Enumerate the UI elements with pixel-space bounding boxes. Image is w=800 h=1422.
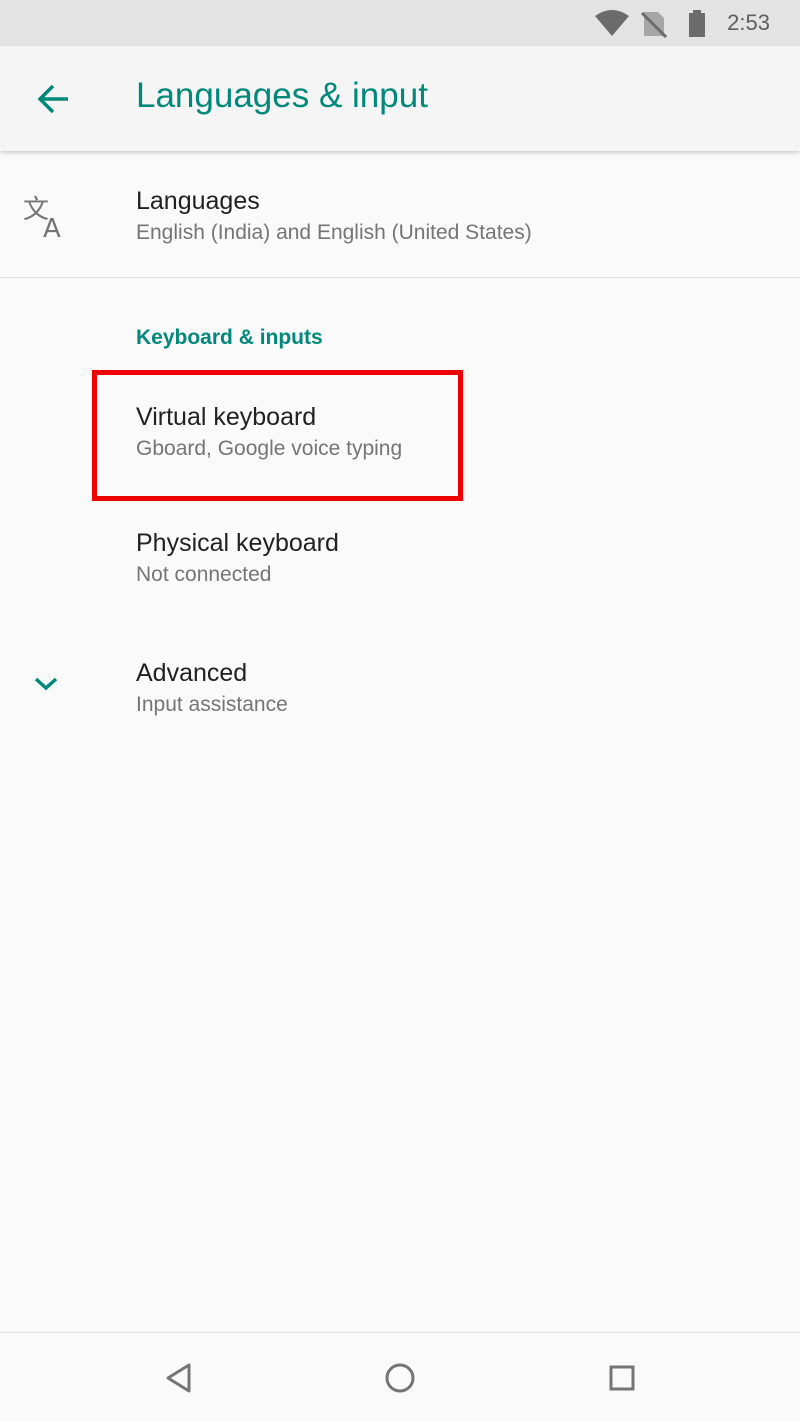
physical-keyboard-row[interactable]: Physical keyboard Not connected xyxy=(0,496,800,622)
physical-keyboard-summary: Not connected xyxy=(136,563,272,586)
svg-text:A: A xyxy=(43,214,61,240)
navigation-bar xyxy=(0,1332,800,1422)
advanced-row[interactable]: Advanced Input assistance xyxy=(0,622,800,748)
translate-icon: 文 A xyxy=(22,192,70,245)
recents-nav-icon xyxy=(597,1365,647,1407)
advanced-summary: Input assistance xyxy=(136,693,288,716)
toolbar: Languages & input xyxy=(0,46,800,151)
page-title: Languages & input xyxy=(136,76,428,115)
languages-title: Languages xyxy=(136,187,260,215)
languages-row[interactable]: 文 A Languages English (India) and Englis… xyxy=(0,152,800,277)
status-bar: 2:53 xyxy=(0,0,800,46)
back-nav-icon xyxy=(154,1363,204,1407)
wifi-icon xyxy=(594,8,630,43)
divider xyxy=(0,277,800,278)
chevron-down-icon xyxy=(32,674,60,699)
arrow-back-icon xyxy=(28,84,78,128)
category-header-keyboard: Keyboard & inputs xyxy=(136,326,323,349)
advanced-title: Advanced xyxy=(136,659,248,687)
physical-keyboard-title: Physical keyboard xyxy=(136,529,339,557)
no-sim-icon xyxy=(640,10,668,43)
home-nav-icon xyxy=(375,1363,425,1407)
virtual-keyboard-row[interactable]: Virtual keyboard Gboard, Google voice ty… xyxy=(0,370,800,496)
virtual-keyboard-title: Virtual keyboard xyxy=(136,403,317,431)
status-time: 2:53 xyxy=(727,10,770,35)
back-nav-button[interactable] xyxy=(154,1353,204,1403)
settings-screen: 2:53 Languages & input 文 A Languages Eng… xyxy=(0,0,800,1422)
home-nav-button[interactable] xyxy=(375,1353,425,1403)
battery-icon xyxy=(688,10,706,43)
recents-nav-button[interactable] xyxy=(597,1353,647,1403)
languages-summary: English (India) and English (United Stat… xyxy=(136,221,532,244)
virtual-keyboard-summary: Gboard, Google voice typing xyxy=(136,437,403,460)
back-button[interactable] xyxy=(28,74,78,124)
